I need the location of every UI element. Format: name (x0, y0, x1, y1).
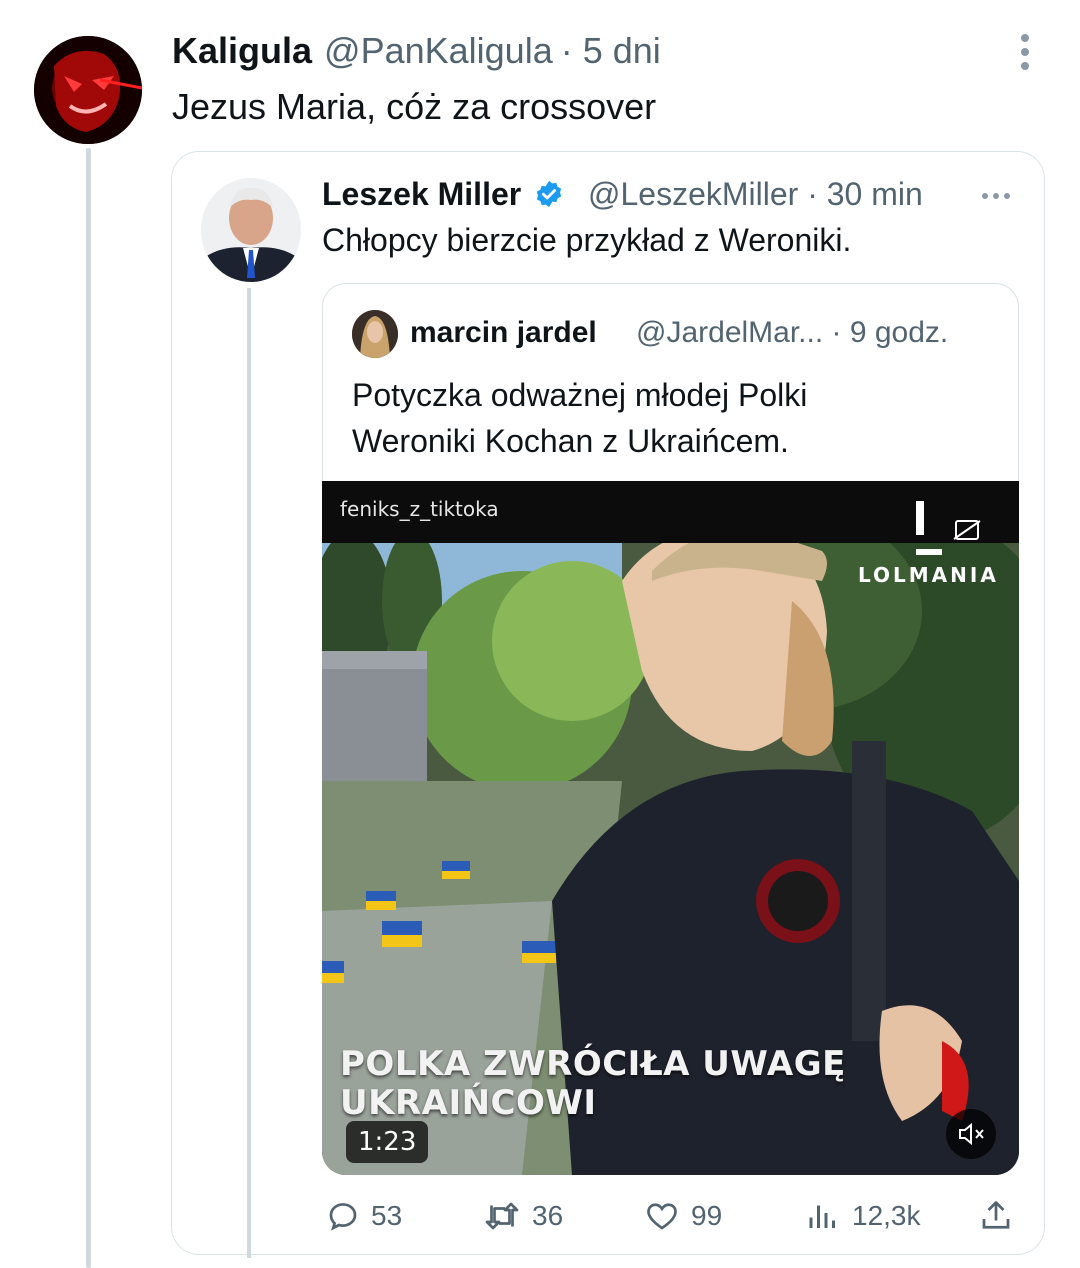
quoted-display-name[interactable]: Leszek Miller (322, 176, 564, 213)
thread-line (247, 288, 251, 1258)
video-caption: POLKA ZWRÓCIŁA UWAGĘ (340, 1044, 846, 1084)
inner-quoted-avatar[interactable] (352, 310, 398, 358)
timestamp[interactable]: · 5 dni (561, 30, 661, 71)
video-caption: UKRAIŃCOWI (340, 1083, 597, 1123)
like-count: 99 (691, 1200, 723, 1231)
share-icon (982, 1201, 1010, 1229)
views-icon (809, 1205, 835, 1228)
share-button[interactable] (978, 1196, 1024, 1236)
watermark-text: LOLMANIA (858, 563, 999, 587)
more-options-icon[interactable] (982, 186, 1015, 204)
quoted-avatar[interactable] (201, 178, 301, 282)
inner-quoted-handle[interactable]: @JardelMar... · 9 godz. (636, 316, 948, 350)
avatar-image (34, 36, 142, 144)
like-button[interactable]: 99 (643, 1196, 722, 1236)
verified-badge-icon (536, 180, 562, 208)
video-source-user: feniks_z_tiktoka (340, 497, 499, 521)
speaker-muted-icon (959, 1122, 984, 1146)
more-options-icon[interactable] (1014, 34, 1036, 74)
retweet-icon (485, 1202, 519, 1230)
quoted-handle[interactable]: @LeszekMiller · 30 min (588, 176, 923, 213)
thread-line (86, 148, 91, 1268)
views-button[interactable]: 12,3k (804, 1196, 921, 1236)
heart-icon (647, 1203, 677, 1230)
handle[interactable]: @PanKaligula (324, 30, 553, 71)
reply-button[interactable]: 53 (325, 1196, 402, 1236)
tweet-text-line: Weroniki Kochan z Ukraińcem. (352, 423, 789, 459)
retweet-button[interactable]: 36 (482, 1196, 563, 1236)
video-duration: 1:23 (346, 1121, 429, 1163)
tweet-text: Jezus Maria, cóż za crossover (172, 86, 657, 127)
avatar-image (201, 178, 301, 282)
inner-quoted-display-name[interactable]: marcin jardel (410, 316, 597, 350)
retweet-count: 36 (532, 1200, 564, 1231)
outer-tweet-header: Kaligula @PanKaligula · 5 dni (172, 30, 661, 72)
mute-button[interactable] (946, 1109, 996, 1159)
video-player[interactable]: feniks_z_tiktoka LOLMANIA POLKA ZWRÓCIŁA… (322, 481, 1019, 1175)
tweet-text-line: Potyczka odważnej młodej Polki (352, 377, 808, 413)
logo-icon (916, 501, 981, 555)
inner-quoted-tweet-text: Potyczka odważnej młodej Polki Weroniki … (352, 372, 992, 464)
views-count: 12,3k (852, 1200, 921, 1231)
quoted-tweet-text: Chłopcy bierzcie przykład z Weroniki. (322, 222, 852, 258)
reply-icon (329, 1203, 357, 1231)
avatar[interactable] (34, 36, 142, 144)
reply-count: 53 (371, 1200, 403, 1231)
display-name[interactable]: Kaligula (172, 30, 312, 71)
avatar-image (352, 310, 398, 358)
